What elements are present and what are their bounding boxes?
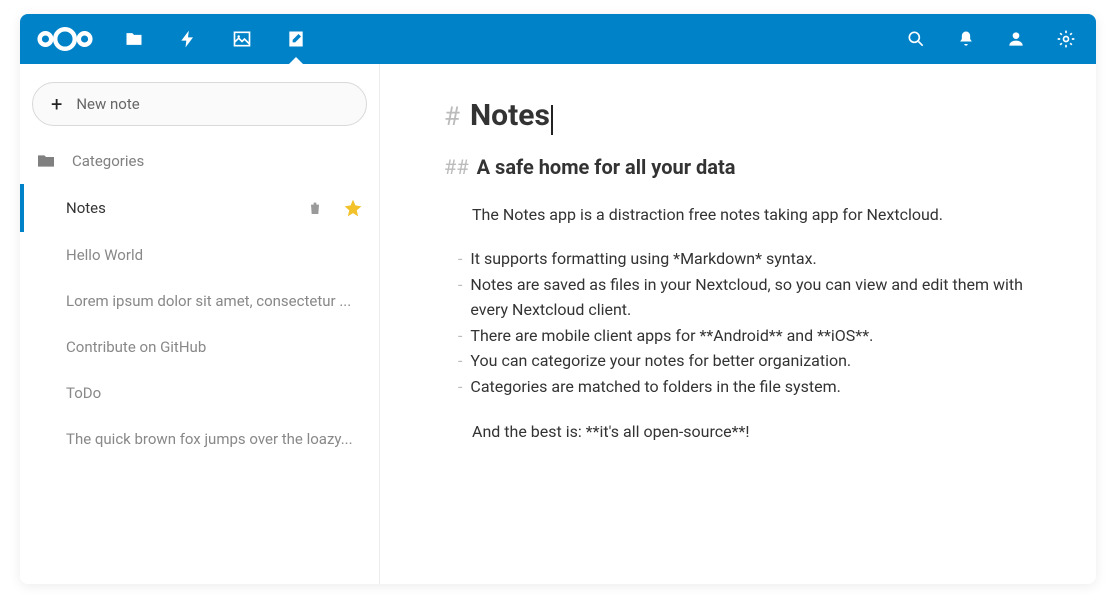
note-item[interactable]: Hello World xyxy=(20,232,379,278)
nextcloud-logo[interactable] xyxy=(34,23,96,55)
note-title: Lorem ipsum dolor sit amet, consectetur … xyxy=(66,292,363,310)
note-item[interactable]: Lorem ipsum dolor sit amet, consectetur … xyxy=(20,278,379,324)
new-note-button[interactable]: + New note xyxy=(32,82,367,126)
topbar xyxy=(20,14,1096,64)
notifications-button[interactable] xyxy=(944,17,988,61)
nav-activity[interactable] xyxy=(164,15,212,63)
settings-button[interactable] xyxy=(1044,17,1088,61)
note-item[interactable]: ToDo xyxy=(20,370,379,416)
nav-notes[interactable] xyxy=(272,15,320,63)
star-icon[interactable] xyxy=(343,198,363,218)
editor-intro[interactable]: The Notes app is a distraction free note… xyxy=(472,205,1054,224)
nav-icons xyxy=(110,15,320,63)
editor-bullet[interactable]: There are mobile client apps for **Andro… xyxy=(458,323,1054,349)
folder-icon xyxy=(124,29,144,49)
note-title: ToDo xyxy=(66,384,363,402)
h1-marker: # xyxy=(444,102,460,132)
note-title: Notes xyxy=(66,199,299,217)
note-item[interactable]: Contribute on GitHub xyxy=(20,324,379,370)
bell-icon xyxy=(956,29,976,49)
categories-label: Categories xyxy=(72,152,144,170)
editor-h1: # Notes xyxy=(444,98,1054,133)
lightning-icon xyxy=(178,29,198,49)
note-title: Contribute on GitHub xyxy=(66,338,363,356)
nav-gallery[interactable] xyxy=(218,15,266,63)
note-item[interactable]: The quick brown fox jumps over the loazy… xyxy=(20,416,379,462)
search-icon xyxy=(906,29,926,49)
app-window: + New note Categories Notes Hello World xyxy=(20,14,1096,584)
new-note-label: New note xyxy=(76,95,139,113)
editor-bullet[interactable]: Notes are saved as files in your Nextclo… xyxy=(458,272,1054,323)
note-list: Notes Hello World Lorem ipsum dolor sit … xyxy=(20,184,379,462)
nav-files[interactable] xyxy=(110,15,158,63)
note-item-notes[interactable]: Notes xyxy=(20,184,379,232)
note-item-actions xyxy=(307,198,363,218)
editor-bullet[interactable]: You can categorize your notes for better… xyxy=(458,348,1054,374)
editor-closing[interactable]: And the best is: **it's all open-source*… xyxy=(472,422,1054,441)
h1-text[interactable]: Notes xyxy=(470,98,553,133)
note-title: Hello World xyxy=(66,246,363,264)
app-body: + New note Categories Notes Hello World xyxy=(20,64,1096,584)
search-button[interactable] xyxy=(894,17,938,61)
sidebar: + New note Categories Notes Hello World xyxy=(20,64,380,584)
person-icon xyxy=(1006,29,1026,49)
categories-button[interactable]: Categories xyxy=(20,142,379,180)
gear-icon xyxy=(1056,29,1076,49)
editor-h2: ## A safe home for all your data xyxy=(444,155,1054,179)
note-title: The quick brown fox jumps over the loazy… xyxy=(66,430,363,448)
picture-icon xyxy=(232,29,252,49)
editor-bullet[interactable]: Categories are matched to folders in the… xyxy=(458,374,1054,400)
h2-marker: ## xyxy=(444,155,469,179)
editor-bullet-list: It supports formatting using *Markdown* … xyxy=(458,246,1054,400)
editor-bullet[interactable]: It supports formatting using *Markdown* … xyxy=(458,246,1054,272)
contacts-button[interactable] xyxy=(994,17,1038,61)
plus-icon: + xyxy=(51,92,62,116)
editor[interactable]: # Notes ## A safe home for all your data… xyxy=(380,64,1096,584)
trash-icon[interactable] xyxy=(307,199,323,217)
topbar-right xyxy=(894,17,1088,61)
note-pencil-icon xyxy=(286,29,306,49)
h2-text[interactable]: A safe home for all your data xyxy=(477,155,736,179)
folder-icon xyxy=(36,153,56,169)
